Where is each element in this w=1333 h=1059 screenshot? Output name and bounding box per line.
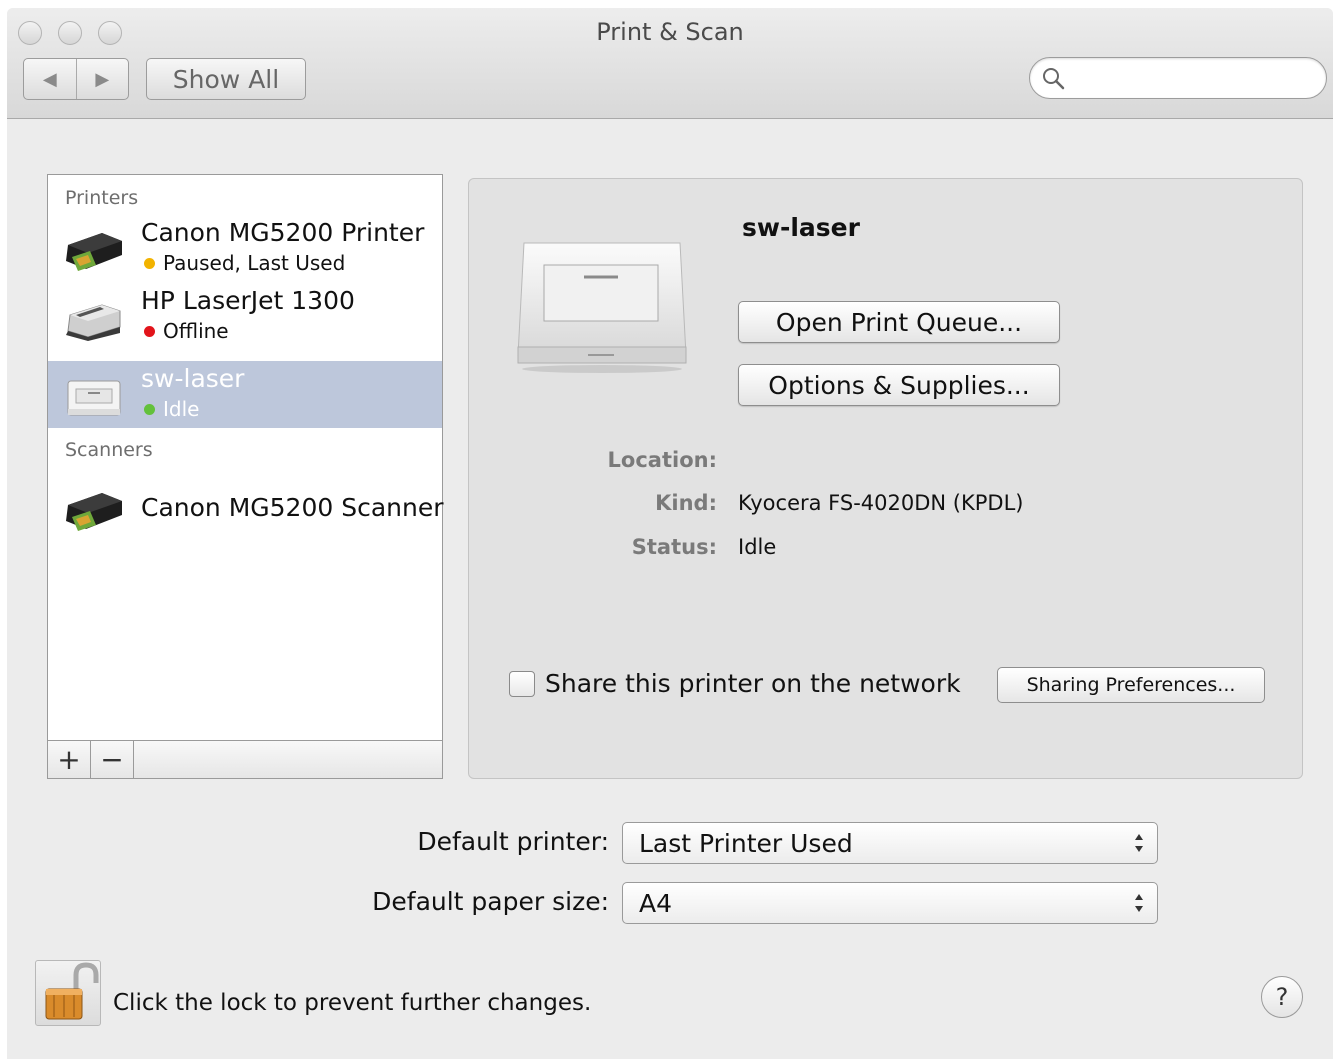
back-forward-control: ◀ ▶	[23, 58, 129, 100]
printer-status: Paused, Last Used	[141, 251, 345, 275]
printer-status-text: Idle	[163, 397, 200, 421]
device-list: Printers Canon MG5200 Printer Paused, La…	[47, 174, 444, 779]
laser-printer-icon	[66, 304, 121, 341]
printer-status-text: Offline	[163, 319, 229, 343]
help-question-icon: ?	[1275, 983, 1289, 1011]
lock-button[interactable]	[35, 960, 101, 1026]
forward-arrow-icon: ▶	[95, 68, 110, 90]
printer-list-item-selected[interactable]: sw-laser Idle	[48, 361, 442, 428]
printer-detail-pane: sw-laser Open Print Queue... Options & S…	[468, 178, 1303, 779]
popup-arrows-icon	[1135, 894, 1143, 912]
white-printer-icon	[67, 380, 121, 416]
kind-label: Kind:	[655, 491, 717, 515]
popup-arrows-icon	[1135, 834, 1143, 852]
printers-section-header: Printers	[65, 187, 139, 209]
forward-button[interactable]: ▶	[77, 59, 129, 99]
printer-status: Offline	[141, 319, 229, 343]
search-input[interactable]	[1074, 64, 1314, 92]
printer-title: sw-laser	[742, 213, 860, 242]
back-arrow-icon: ◀	[42, 68, 57, 90]
printer-name: Canon MG5200 Printer	[141, 218, 425, 247]
kind-value: Kyocera FS-4020DN (KPDL)	[738, 491, 1024, 515]
search-icon	[1043, 68, 1065, 90]
default-paper-size-popup[interactable]: A4	[622, 882, 1158, 924]
scanners-section-header: Scanners	[65, 439, 153, 461]
default-printer-value: Last Printer Used	[639, 828, 853, 858]
status-dot-icon	[144, 404, 155, 415]
default-paper-size-label: Default paper size:	[372, 887, 609, 916]
printer-status: Idle	[141, 397, 199, 421]
status-value: Idle	[738, 535, 777, 559]
scanner-list-item[interactable]: Canon MG5200 Scanner	[48, 475, 444, 542]
show-all-button[interactable]: Show All	[146, 58, 306, 100]
inkjet-printer-icon	[66, 233, 122, 271]
options-supplies-button[interactable]: Options & Supplies...	[738, 364, 1060, 406]
back-button[interactable]: ◀	[24, 59, 77, 99]
status-label: Status:	[631, 535, 717, 559]
printer-name: HP LaserJet 1300	[141, 286, 355, 315]
remove-printer-button[interactable]: −	[91, 741, 134, 778]
printer-image-icon	[517, 242, 687, 373]
printer-list-item[interactable]: Canon MG5200 Printer Paused, Last Used	[48, 215, 442, 282]
share-printer-checkbox[interactable]	[509, 670, 535, 697]
printer-list-item[interactable]: HP LaserJet 1300 Offline	[48, 283, 442, 350]
add-printer-button[interactable]: +	[48, 741, 91, 778]
list-toolbar: + −	[48, 740, 442, 778]
printer-name: sw-laser	[141, 364, 245, 393]
lock-hint-text: Click the lock to prevent further change…	[113, 990, 592, 1016]
default-printer-label: Default printer:	[417, 827, 609, 856]
window-title: Print & Scan	[596, 18, 744, 46]
sharing-preferences-button[interactable]: Sharing Preferences...	[997, 667, 1265, 703]
default-printer-popup[interactable]: Last Printer Used	[622, 822, 1158, 864]
unlocked-padlock-icon	[45, 962, 99, 1020]
help-button[interactable]: ?	[1261, 976, 1303, 1018]
title-bar: Print & Scan ◀ ▶ Show All	[7, 8, 1333, 119]
print-scan-window: Print & Scan ◀ ▶ Show All Printers Canon…	[7, 8, 1333, 1059]
scanner-name: Canon MG5200 Scanner	[141, 493, 444, 522]
share-printer-label[interactable]: Share this printer on the network	[545, 669, 961, 698]
location-label: Location:	[607, 448, 717, 472]
open-print-queue-button[interactable]: Open Print Queue...	[738, 301, 1060, 343]
printer-status-text: Paused, Last Used	[163, 251, 346, 275]
status-dot-icon	[144, 258, 155, 269]
share-printer-row: Share this printer on the network	[509, 669, 961, 698]
default-paper-size-value: A4	[639, 888, 673, 918]
status-dot-icon	[144, 326, 155, 337]
search-field[interactable]	[1029, 57, 1327, 99]
inkjet-scanner-icon	[66, 493, 122, 531]
